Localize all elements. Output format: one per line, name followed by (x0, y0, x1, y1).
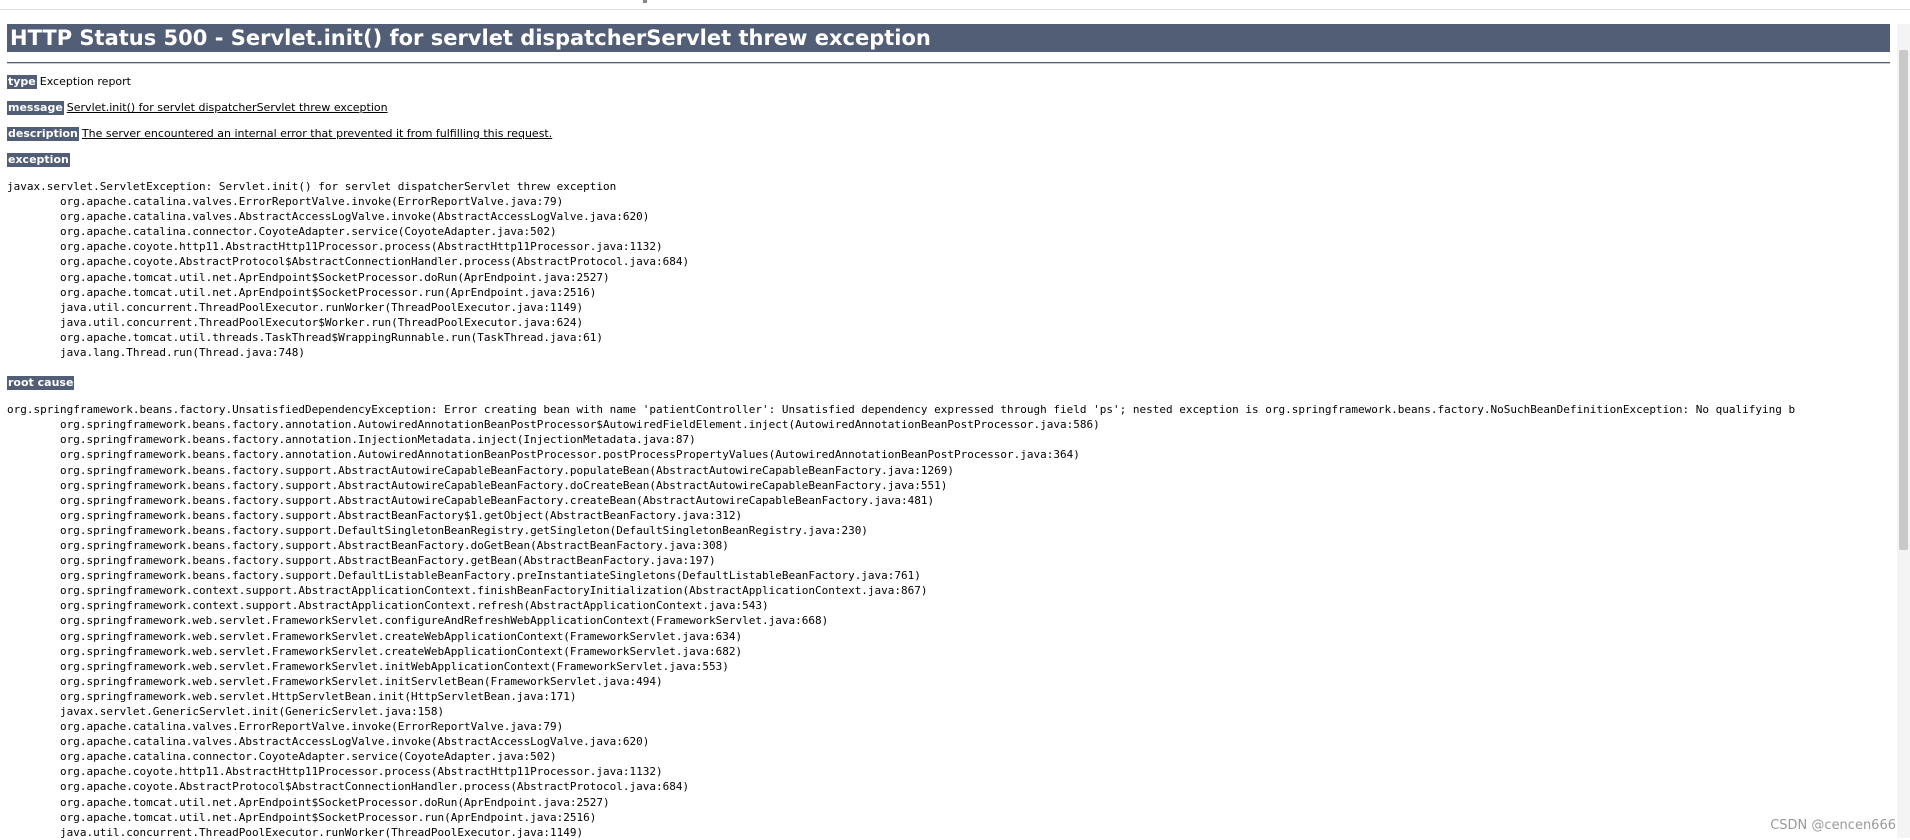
stack-trace-line: org.springframework.web.servlet.Framewor… (7, 644, 1890, 659)
exception-label: exception (7, 153, 70, 167)
stack-trace-line: org.springframework.beans.factory.suppor… (7, 538, 1890, 553)
stack-trace-line: org.springframework.beans.factory.suppor… (7, 523, 1890, 538)
stack-trace-line: org.apache.catalina.connector.CoyoteAdap… (7, 224, 1890, 239)
scrollbar-thumb[interactable] (1899, 50, 1908, 550)
stack-trace-line: org.springframework.beans.factory.suppor… (7, 553, 1890, 568)
stack-trace-line: org.apache.coyote.AbstractProtocol$Abstr… (7, 254, 1890, 269)
type-label: type (7, 75, 37, 89)
vertical-scrollbar[interactable] (1897, 24, 1910, 838)
stack-trace-line: org.apache.tomcat.util.net.AprEndpoint$S… (7, 795, 1890, 810)
top-edge-marker (643, 0, 647, 3)
stack-trace-line: org.apache.tomcat.util.net.AprEndpoint$S… (7, 285, 1890, 300)
stack-trace-line: org.springframework.beans.factory.annota… (7, 447, 1890, 462)
stack-trace-line: org.springframework.web.servlet.Framewor… (7, 629, 1890, 644)
stack-trace-line: org.apache.catalina.valves.AbstractAcces… (7, 209, 1890, 224)
stack-trace-line: org.apache.coyote.AbstractProtocol$Abstr… (7, 779, 1890, 794)
csdn-watermark: CSDN @cencen666 (1770, 818, 1896, 833)
stack-trace-line: org.springframework.web.servlet.Framewor… (7, 674, 1890, 689)
description-label: description (7, 127, 79, 141)
message-label: message (7, 101, 64, 115)
stack-trace-line: org.apache.catalina.valves.ErrorReportVa… (7, 194, 1890, 209)
description-row: descriptionThe server encountered an int… (7, 127, 1890, 141)
stack-trace-line: org.springframework.web.servlet.Framewor… (7, 659, 1890, 674)
page-title: HTTP Status 500 - Servlet.init() for ser… (7, 24, 1890, 52)
type-value: Exception report (40, 75, 131, 88)
stack-trace-line: org.springframework.context.support.Abst… (7, 598, 1890, 613)
stack-trace-line: org.springframework.beans.factory.suppor… (7, 508, 1890, 523)
description-value: The server encountered an internal error… (82, 127, 552, 140)
error-page: HTTP Status 500 - Servlet.init() for ser… (7, 24, 1890, 840)
stack-trace-line: javax.servlet.ServletException: Servlet.… (7, 179, 1890, 194)
stack-trace-line: org.springframework.beans.factory.suppor… (7, 478, 1890, 493)
stack-trace-line: org.apache.catalina.valves.AbstractAcces… (7, 734, 1890, 749)
stack-trace-line: org.apache.coyote.http11.AbstractHttp11P… (7, 239, 1890, 254)
stack-trace-line: java.util.concurrent.ThreadPoolExecutor$… (7, 315, 1890, 330)
browser-top-edge (0, 0, 1910, 10)
stack-trace-line: org.apache.tomcat.util.net.AprEndpoint$S… (7, 270, 1890, 285)
stack-trace-line: org.springframework.beans.factory.suppor… (7, 568, 1890, 583)
stack-trace-line: org.springframework.beans.factory.Unsati… (7, 402, 1890, 417)
stack-trace-line: org.springframework.context.support.Abst… (7, 583, 1890, 598)
title-divider (7, 62, 1890, 64)
exception-stack-trace: javax.servlet.ServletException: Servlet.… (7, 179, 1890, 360)
stack-trace-line: org.apache.coyote.http11.AbstractHttp11P… (7, 764, 1890, 779)
stack-trace-line: org.springframework.web.servlet.Framewor… (7, 613, 1890, 628)
stack-trace-line: org.springframework.web.servlet.HttpServ… (7, 689, 1890, 704)
root-cause-label: root cause (7, 376, 74, 390)
stack-trace-line: java.util.concurrent.ThreadPoolExecutor.… (7, 300, 1890, 315)
root-cause-stack-trace: org.springframework.beans.factory.Unsati… (7, 402, 1890, 840)
stack-trace-line: org.apache.catalina.valves.ErrorReportVa… (7, 719, 1890, 734)
stack-trace-line: org.springframework.beans.factory.annota… (7, 417, 1890, 432)
message-row: messageServlet.init() for servlet dispat… (7, 101, 1890, 115)
exception-row: exception (7, 153, 1890, 167)
stack-trace-line: java.lang.Thread.run(Thread.java:748) (7, 345, 1890, 360)
stack-trace-line: org.springframework.beans.factory.suppor… (7, 463, 1890, 478)
stack-trace-line: org.apache.tomcat.util.threads.TaskThrea… (7, 330, 1890, 345)
message-value: Servlet.init() for servlet dispatcherSer… (67, 101, 388, 114)
stack-trace-line: org.apache.catalina.connector.CoyoteAdap… (7, 749, 1890, 764)
stack-trace-line: org.springframework.beans.factory.annota… (7, 432, 1890, 447)
stack-trace-line: javax.servlet.GenericServlet.init(Generi… (7, 704, 1890, 719)
type-row: typeException report (7, 75, 1890, 89)
root-cause-row: root cause (7, 376, 1890, 390)
stack-trace-line: org.springframework.beans.factory.suppor… (7, 493, 1890, 508)
stack-trace-line: org.apache.tomcat.util.net.AprEndpoint$S… (7, 810, 1890, 825)
